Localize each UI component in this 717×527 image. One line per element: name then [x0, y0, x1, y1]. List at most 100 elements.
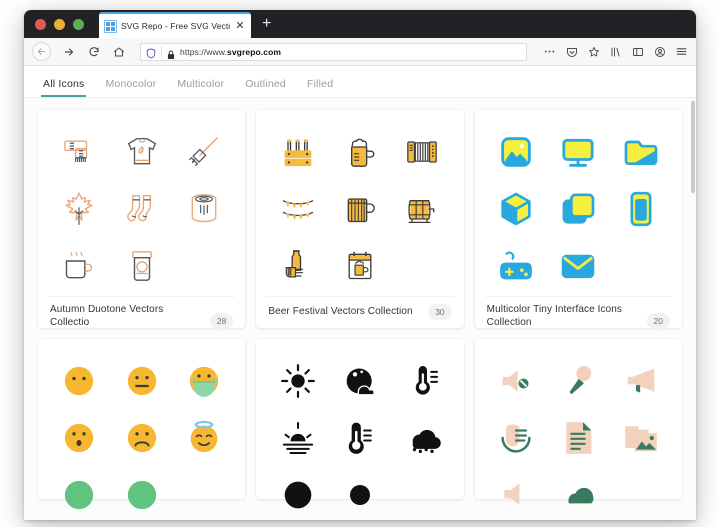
speaker-mute-icon [502, 369, 529, 392]
beer-calendar-icon [348, 251, 372, 279]
beer-glass-icon [350, 138, 375, 167]
icon-preview-grid [485, 123, 672, 294]
forward-icon[interactable] [61, 44, 76, 59]
cloud-icon [568, 487, 594, 503]
beer-tankard-icon [347, 197, 375, 222]
maple-leaf-icon [65, 191, 93, 225]
sun-icon [280, 363, 315, 398]
back-icon[interactable] [32, 42, 51, 61]
collection-card-weather[interactable] [256, 339, 464, 508]
collections-grid: Autumn Duotone Vectors Collectio 28 Beer… [24, 98, 696, 520]
beer-bottle-hand-icon [285, 249, 303, 277]
library-icon[interactable] [609, 45, 622, 58]
urlbar-divider [161, 46, 162, 57]
icon-preview-grid [266, 123, 453, 294]
tab-multicolor[interactable]: Multicolor [177, 78, 224, 97]
toolbar-icons [541, 45, 688, 58]
gamepad-icon [500, 250, 532, 279]
collection-count-badge: 30 [428, 304, 452, 320]
card-footer: Beer Festival Vectors Collection 30 [266, 296, 454, 329]
folder-icon [624, 140, 658, 165]
tab-outlined[interactable]: Outlined [245, 78, 286, 97]
envelope-icon [562, 254, 595, 278]
maximize-window-button[interactable] [73, 19, 84, 30]
document-icon [566, 421, 592, 454]
minimize-window-button[interactable] [54, 19, 65, 30]
close-tab-icon[interactable]: ✕ [234, 20, 246, 32]
card-footer: Multicolor Tiny Interface Icons Collecti… [484, 296, 672, 338]
snow-cloud-icon [413, 429, 442, 453]
browser-window: SVG Repo - Free SVG Vectors a ✕ + [24, 10, 696, 520]
url-text: https://www.svgrepo.com [180, 47, 281, 57]
photos-icon [624, 425, 657, 451]
page-actions-icon[interactable] [543, 45, 556, 58]
cloud-night-icon [284, 481, 311, 508]
sunset-icon [282, 421, 313, 454]
megaphone-icon [627, 368, 655, 393]
surprised-face-icon [65, 423, 94, 452]
moon-cloud-icon [346, 368, 375, 395]
collection-card-emoji[interactable] [38, 339, 246, 509]
hot-mug-icon [66, 251, 93, 278]
scrollbar-thumb[interactable] [691, 101, 695, 193]
reload-icon[interactable] [86, 44, 101, 59]
angel-face-icon [190, 420, 218, 452]
screenshot-stage: SVG Repo - Free SVG Vectors a ✕ + [0, 0, 717, 527]
browser-toolbar: https://www.svgrepo.com [24, 38, 696, 66]
rain-icon [349, 484, 370, 505]
pocket-icon[interactable] [565, 45, 578, 58]
svgrepo-favicon-icon [104, 19, 117, 33]
collection-title: Multicolor Tiny Interface Icons Collecti… [486, 304, 623, 328]
monitor-icon [562, 138, 594, 167]
bunting-flags-icon [282, 199, 313, 220]
collection-row [38, 339, 682, 509]
scarf-icon [64, 140, 88, 162]
image-icon [501, 136, 531, 167]
icon-preview-grid [48, 352, 235, 520]
sidebar-icon[interactable] [631, 45, 644, 58]
account-icon[interactable] [653, 45, 666, 58]
card-footer: Autumn Duotone Vectors Collectio 28 [48, 296, 236, 338]
cube-icon [501, 192, 531, 225]
browser-tab[interactable]: SVG Repo - Free SVG Vectors a ✕ [99, 12, 251, 38]
bookmark-star-icon[interactable] [587, 45, 600, 58]
tab-all-icons[interactable]: All Icons [40, 78, 87, 97]
icon-preview-grid [266, 352, 453, 520]
page-scrollbar[interactable] [691, 99, 696, 520]
url-prefix: https://www. [180, 46, 228, 57]
smartphone-icon [630, 191, 652, 226]
collection-title: Autumn Duotone Vectors Collectio [50, 304, 164, 328]
beer-crate-icon [284, 139, 311, 166]
socks-icon [126, 194, 151, 221]
tab-monocolor[interactable]: Monocolor [105, 78, 156, 97]
home-icon[interactable] [111, 44, 126, 59]
rake-icon [189, 136, 218, 166]
menu-icon[interactable] [675, 45, 688, 58]
icon-preview-grid [485, 352, 672, 520]
expressionless-face-icon [127, 366, 156, 395]
collection-card-autumn[interactable]: Autumn Duotone Vectors Collectio 28 [38, 110, 246, 329]
collection-card-media[interactable] [474, 339, 682, 505]
tree-stump-icon [191, 193, 217, 222]
voice-record-icon [501, 424, 531, 453]
tab-filled[interactable]: Filled [307, 78, 333, 97]
lock-icon[interactable] [167, 47, 175, 59]
category-tabs: All Icons Monocolor Multicolor Outlined … [24, 66, 696, 98]
icon-preview-grid [48, 123, 235, 294]
sweater-icon [127, 137, 156, 164]
window-titlebar: SVG Repo - Free SVG Vectors a ✕ + [24, 10, 696, 38]
collection-card-multicolor[interactable]: Multicolor Tiny Interface Icons Collecti… [474, 110, 682, 329]
collection-title: Beer Festival Vectors Collection [268, 305, 413, 317]
layers-icon [562, 193, 595, 224]
window-controls[interactable] [35, 19, 84, 30]
microphone-icon [569, 365, 592, 394]
new-tab-button[interactable]: + [262, 16, 271, 32]
collection-card-beer[interactable]: Beer Festival Vectors Collection 30 [256, 110, 464, 329]
accordion-icon [407, 140, 438, 163]
address-bar[interactable]: https://www.svgrepo.com [140, 42, 527, 61]
close-window-button[interactable] [35, 19, 46, 30]
volume-icon [504, 482, 520, 505]
beer-barrel-icon [408, 199, 435, 223]
shield-icon[interactable] [146, 46, 156, 59]
jam-jar-icon [131, 250, 152, 281]
